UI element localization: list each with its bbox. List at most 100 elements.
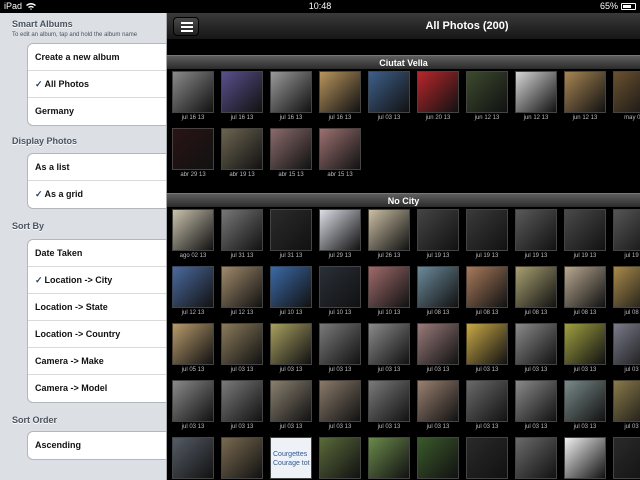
photo-thumbnail[interactable] [221,437,263,480]
photo-image [515,266,557,308]
photo-thumbnail[interactable]: jul 03 13 [368,380,410,432]
photo-thumbnail[interactable]: jul 16 13 [319,71,361,123]
photo-image [319,323,361,365]
photo-thumbnail[interactable]: jul 03 13 [319,323,361,375]
photo-date: jul 19 1 [624,253,640,259]
photo-thumbnail[interactable]: jul 03 13 [221,380,263,432]
sort-order-ascending[interactable]: Ascending [28,432,166,459]
photo-image [319,71,361,113]
photo-thumbnail[interactable]: jul 03 13 [417,380,459,432]
photo-thumbnail[interactable]: jun 20 13 [417,71,459,123]
photo-thumbnail[interactable]: abr 29 13 [172,128,214,180]
photo-thumbnail[interactable]: Courgettes Courage tot [270,437,312,480]
photo-thumbnail[interactable]: jul 26 13 [368,209,410,261]
display-as-grid[interactable]: ✓ As a grid [28,181,166,208]
photo-thumbnail[interactable] [564,437,606,480]
photo-thumbnail[interactable]: jul 12 13 [221,266,263,318]
photo-thumbnail[interactable]: may 07 [613,71,640,123]
photo-thumbnail[interactable]: jul 03 1 [613,323,640,375]
photo-thumbnail[interactable]: jul 03 13 [221,323,263,375]
photo-thumbnail[interactable]: abr 15 13 [319,128,361,180]
photo-thumbnail[interactable]: jul 08 13 [417,266,459,318]
photo-image [172,380,214,422]
photo-thumbnail[interactable]: jul 05 13 [172,323,214,375]
photo-thumbnail[interactable]: jul 03 13 [466,380,508,432]
photo-thumbnail[interactable]: jul 19 1 [613,209,640,261]
photo-thumbnail[interactable]: jul 03 13 [270,323,312,375]
photo-thumbnail[interactable]: jun 12 13 [564,71,606,123]
photo-image [270,323,312,365]
photo-thumbnail[interactable]: jul 16 13 [172,71,214,123]
photo-thumbnail[interactable]: jun 12 13 [515,71,557,123]
photo-thumbnail[interactable]: jul 03 13 [466,323,508,375]
photo-thumbnail[interactable]: jul 29 13 [319,209,361,261]
photo-thumbnail[interactable]: jul 03 13 [368,323,410,375]
photo-thumbnail[interactable]: jul 03 13 [319,380,361,432]
photo-date: jul 03 13 [377,424,401,430]
display-as-list[interactable]: As a list [28,154,166,181]
photo-date: jul 03 13 [377,367,401,373]
photo-image [172,437,214,479]
sort-camera-make[interactable]: Camera -> Make [28,348,166,375]
photo-thumbnail[interactable]: jul 08 13 [466,266,508,318]
sort-camera-model[interactable]: Camera -> Model [28,375,166,402]
photo-thumbnail[interactable]: jul 12 13 [172,266,214,318]
photo-image [466,437,508,479]
photo-thumbnail[interactable]: jul 03 13 [417,323,459,375]
photo-image [221,71,263,113]
photo-image [221,323,263,365]
album-all-photos[interactable]: ✓ All Photos [28,71,166,98]
photo-thumbnail[interactable]: jul 10 13 [270,266,312,318]
photo-thumbnail[interactable]: jun 12 13 [466,71,508,123]
photo-thumbnail[interactable] [172,437,214,480]
sort-location-country[interactable]: Location -> Country [28,321,166,348]
photo-thumbnail[interactable] [466,437,508,480]
photo-thumbnail[interactable] [515,437,557,480]
photo-image [172,209,214,251]
album-create[interactable]: Create a new album [28,44,166,71]
photo-thumbnail[interactable]: jul 19 13 [417,209,459,261]
photo-image [564,437,606,479]
photo-thumbnail[interactable]: ago 02 13 [172,209,214,261]
photo-image [466,71,508,113]
row-label: As a list [35,162,70,172]
row-label: Germany [35,106,75,116]
photo-thumbnail[interactable] [319,437,361,480]
photo-thumbnail[interactable]: jul 10 13 [319,266,361,318]
photo-thumbnail[interactable]: jul 08 1 [613,266,640,318]
sort-location-city[interactable]: ✓ Location -> City [28,267,166,294]
sort-date-taken[interactable]: Date Taken [28,240,166,267]
photo-thumbnail[interactable]: jul 03 13 [270,380,312,432]
photo-thumbnail[interactable] [368,437,410,480]
photo-thumbnail[interactable] [417,437,459,480]
photo-thumbnail[interactable]: jul 16 13 [270,71,312,123]
photo-thumbnail[interactable]: jul 03 13 [515,323,557,375]
photo-thumbnail[interactable] [613,437,640,480]
photo-thumbnail[interactable]: jul 03 13 [172,380,214,432]
photo-date: ago 02 13 [179,253,207,259]
photo-thumbnail[interactable]: jul 19 13 [515,209,557,261]
photo-date: jul 03 13 [230,424,254,430]
photo-thumbnail[interactable]: abr 19 13 [221,128,263,180]
photo-image [515,71,557,113]
photo-thumbnail[interactable]: jul 03 1 [613,380,640,432]
photo-thumbnail[interactable]: jul 03 13 [368,71,410,123]
photo-thumbnail[interactable]: jul 19 13 [466,209,508,261]
photo-thumbnail[interactable]: jul 19 13 [564,209,606,261]
photo-image [564,323,606,365]
photo-date: jul 03 13 [328,367,352,373]
sort-location-state[interactable]: Location -> State [28,294,166,321]
photo-thumbnail[interactable]: jul 16 13 [221,71,263,123]
menu-button[interactable] [173,17,199,36]
photo-thumbnail[interactable]: jul 08 13 [515,266,557,318]
photo-thumbnail[interactable]: jul 08 13 [564,266,606,318]
photo-thumbnail[interactable]: jul 03 13 [564,380,606,432]
row-label: Camera -> Make [35,356,104,366]
photo-thumbnail[interactable]: jul 03 13 [564,323,606,375]
photo-thumbnail[interactable]: jul 10 13 [368,266,410,318]
photo-thumbnail[interactable]: abr 15 13 [270,128,312,180]
photo-thumbnail[interactable]: jul 03 13 [515,380,557,432]
photo-thumbnail[interactable]: jul 31 13 [221,209,263,261]
photo-thumbnail[interactable]: jul 31 13 [270,209,312,261]
album-germany[interactable]: Germany [28,98,166,125]
